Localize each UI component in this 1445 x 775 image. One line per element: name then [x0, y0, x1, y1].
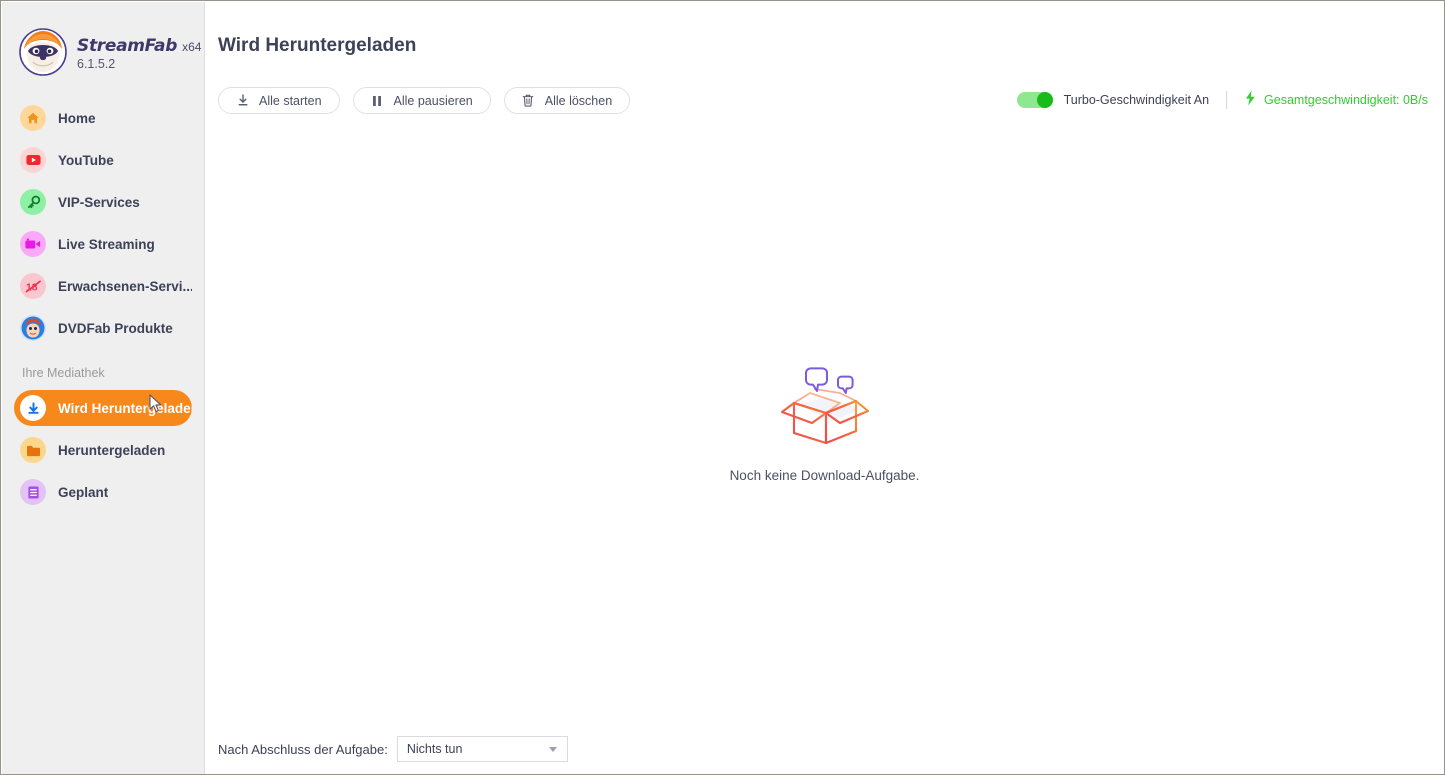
- trash-icon: [522, 94, 535, 107]
- sidebar-item-home[interactable]: Home: [14, 100, 192, 136]
- after-task-label: Nach Abschluss der Aufgabe:: [218, 741, 388, 757]
- turbo-label: Turbo-Geschwindigkeit An: [1063, 93, 1210, 107]
- home-icon: [20, 105, 46, 131]
- brand-header: StreamFab x64 6.1.5.2: [2, 2, 204, 80]
- sidebar-item-adult-services[interactable]: 18 Erwachsenen-Servi...: [14, 268, 192, 304]
- key-icon: [20, 189, 46, 215]
- schedule-list-icon: [20, 479, 46, 505]
- empty-box-illustration-icon: [770, 367, 880, 447]
- sidebar-item-vip-services[interactable]: VIP-Services: [14, 184, 192, 220]
- sidebar-nav: Home YouTube VIP-Services Live Streaming: [2, 100, 204, 510]
- brand-name: StreamFab: [77, 35, 178, 56]
- divider: [1226, 91, 1228, 109]
- download-arrow-icon: [20, 395, 46, 421]
- sidebar-item-label: YouTube: [58, 152, 114, 168]
- sidebar-item-label: Geplant: [58, 484, 109, 500]
- start-all-button[interactable]: Alle starten: [218, 87, 340, 114]
- download-icon: [236, 94, 249, 107]
- after-task-value: Nichts tun: [406, 742, 463, 756]
- delete-all-button[interactable]: Alle löschen: [503, 87, 631, 114]
- sidebar-item-label: Erwachsenen-Servi...: [58, 278, 192, 294]
- app-window: StreamFab x64 6.1.5.2 Home YouTube VIP-S…: [0, 0, 1445, 775]
- start-all-label: Alle starten: [259, 93, 322, 108]
- chevron-down-icon: [548, 746, 557, 752]
- pause-all-button[interactable]: Alle pausieren: [352, 87, 491, 114]
- sidebar-section-label: Ihre Mediathek: [22, 366, 105, 380]
- lightning-icon: [1244, 90, 1257, 111]
- main-content: Wird Heruntergeladen Alle starten Alle p…: [206, 2, 1443, 773]
- sidebar-item-youtube[interactable]: YouTube: [14, 142, 192, 178]
- action-toolbar: Alle starten Alle pausieren Alle löschen: [218, 87, 631, 114]
- youtube-icon: [20, 147, 46, 173]
- footer-bar: Nach Abschluss der Aufgabe: Nichts tun: [218, 736, 568, 762]
- sidebar-item-dvdfab-products[interactable]: DVDFab Produkte: [14, 310, 192, 346]
- video-camera-icon: [20, 231, 46, 257]
- sidebar-item-label: DVDFab Produkte: [58, 320, 173, 336]
- age-restricted-icon: 18: [20, 273, 46, 299]
- turbo-speed-section: Turbo-Geschwindigkeit An Gesamtgeschwind…: [1016, 88, 1428, 112]
- sidebar: StreamFab x64 6.1.5.2 Home YouTube VIP-S…: [2, 2, 205, 774]
- total-speed: Gesamtgeschwindigkeit: 0B/s: [1244, 90, 1428, 111]
- brand-arch: x64: [182, 39, 202, 54]
- page-title: Wird Heruntergeladen: [218, 35, 417, 56]
- sidebar-item-label: Home: [58, 110, 96, 126]
- sidebar-item-label: Wird Heruntergeladen: [58, 400, 192, 416]
- empty-state-text: Noch keine Download-Aufgabe.: [729, 468, 920, 483]
- sidebar-item-label: Heruntergeladen: [58, 442, 166, 458]
- toggle-knob: [1036, 92, 1053, 108]
- streamfab-logo-icon: [18, 27, 68, 77]
- sidebar-item-scheduled[interactable]: Geplant: [14, 474, 192, 510]
- sidebar-item-downloading[interactable]: Wird Heruntergeladen: [14, 390, 192, 426]
- brand-version: 6.1.5.2: [77, 56, 116, 71]
- pause-all-label: Alle pausieren: [393, 93, 473, 108]
- sidebar-item-downloaded[interactable]: Heruntergeladen: [14, 432, 192, 468]
- folder-icon: [20, 437, 46, 463]
- brand-text: StreamFab x64 6.1.5.2: [77, 34, 201, 71]
- turbo-toggle[interactable]: [1016, 92, 1053, 108]
- pause-icon: [371, 94, 384, 107]
- total-speed-label: Gesamtgeschwindigkeit: 0B/s: [1264, 93, 1428, 107]
- sidebar-item-label: Live Streaming: [58, 236, 155, 252]
- sidebar-item-label: VIP-Services: [58, 194, 140, 210]
- sidebar-item-live-streaming[interactable]: Live Streaming: [14, 226, 192, 262]
- empty-state: Noch keine Download-Aufgabe.: [206, 367, 1443, 483]
- delete-all-label: Alle löschen: [544, 93, 613, 108]
- after-task-select[interactable]: Nichts tun: [396, 736, 568, 762]
- dvdfab-icon: [20, 315, 46, 341]
